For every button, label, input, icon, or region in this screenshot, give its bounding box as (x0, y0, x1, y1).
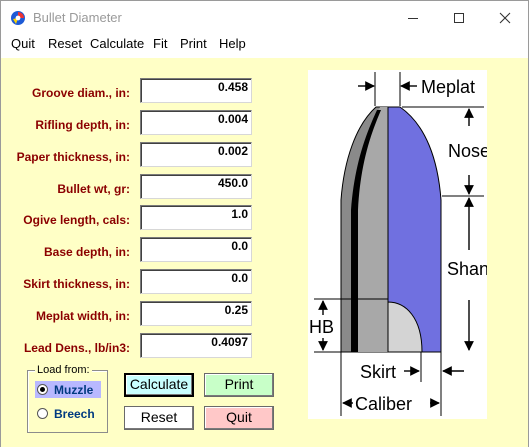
breech-radio-label: Breech (54, 406, 95, 421)
radio-checked-icon (37, 384, 48, 395)
close-icon (499, 12, 511, 23)
menu-help[interactable]: Help (219, 36, 246, 51)
reset-button[interactable]: Reset (124, 406, 194, 430)
ogive-length-input[interactable] (140, 205, 252, 230)
base-depth-label: Base depth, in: (43, 245, 130, 259)
menu-reset[interactable]: Reset (48, 36, 82, 51)
groove-diam-input[interactable] (140, 78, 252, 103)
rifling-depth-input[interactable] (140, 110, 252, 135)
title-bar[interactable]: Bullet Diameter (1, 1, 528, 34)
nose-label: Nose (448, 141, 487, 161)
load-from-title: Load from: (35, 364, 92, 376)
lead-density-input[interactable] (140, 333, 252, 358)
quit-button[interactable]: Quit (204, 406, 274, 430)
hb-label: HB (309, 317, 334, 337)
bullet-diagram: Meplat Nose Shank HB Skirt (308, 70, 487, 419)
paper-thickness-label: Paper thickness, in: (16, 150, 130, 164)
meplat-width-input[interactable] (140, 301, 252, 326)
shank-label: Shank (447, 259, 487, 279)
skirt-thickness-label: Skirt thickness, in: (23, 277, 130, 291)
menu-calculate[interactable]: Calculate (90, 36, 144, 51)
lead-density-label: Lead Dens., lb/in3: (23, 341, 130, 355)
skirt-thickness-input[interactable] (140, 269, 252, 294)
window-title: Bullet Diameter (33, 10, 122, 25)
bullet-weight-label: Bullet wt, gr: (57, 182, 130, 196)
radio-unchecked-icon (37, 408, 48, 419)
ogive-length-label: Ogive length, cals: (23, 213, 130, 227)
menu-fit[interactable]: Fit (153, 36, 167, 51)
maximize-icon (454, 12, 464, 23)
load-from-group (27, 370, 108, 433)
minimize-button[interactable] (390, 1, 436, 34)
menu-bar: Quit Reset Calculate Fit Print Help (1, 34, 528, 54)
paper-thickness-input[interactable] (140, 142, 252, 167)
skirt-label: Skirt (360, 362, 396, 382)
minimize-icon (408, 17, 418, 19)
rifling-depth-label: Rifling depth, in: (35, 118, 130, 132)
maximize-button[interactable] (436, 1, 482, 34)
print-button[interactable]: Print (204, 373, 274, 397)
menu-quit[interactable]: Quit (11, 36, 35, 51)
muzzle-radio-label: Muzzle (54, 382, 94, 397)
bullet-weight-input[interactable] (140, 174, 252, 199)
app-window: Bullet Diameter Quit Reset Calculate Fit… (0, 0, 529, 447)
groove-diam-label: Groove diam., in: (31, 86, 130, 100)
menu-print[interactable]: Print (180, 36, 207, 51)
muzzle-radio[interactable]: Muzzle (35, 381, 101, 398)
close-button[interactable] (482, 1, 528, 34)
main-panel: Groove diam., in: Rifling depth, in: Pap… (1, 58, 528, 447)
meplat-label: Meplat (421, 77, 475, 97)
breech-radio[interactable]: Breech (35, 405, 101, 422)
caliber-label: Caliber (355, 394, 412, 414)
calculate-button[interactable]: Calculate (124, 373, 194, 397)
app-icon (11, 11, 25, 25)
meplat-width-label: Meplat width, in: (36, 309, 130, 323)
base-depth-input[interactable] (140, 237, 252, 262)
